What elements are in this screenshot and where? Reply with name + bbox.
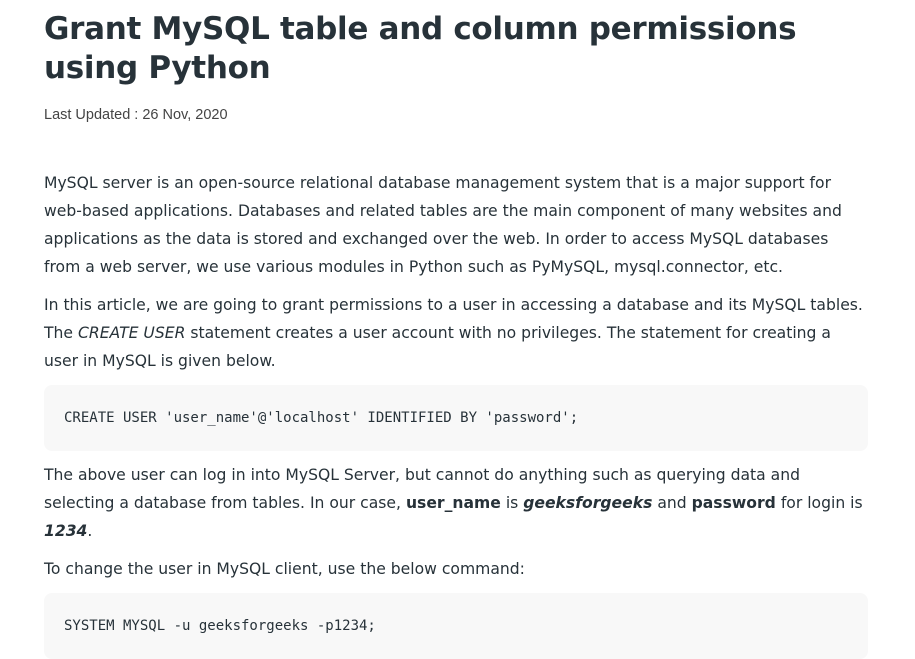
- credentials-paragraph: The above user can log in into MySQL Ser…: [44, 461, 868, 545]
- password-label: password: [691, 494, 776, 512]
- last-updated: Last Updated : 26 Nov, 2020: [44, 107, 228, 123]
- code-block-change-user[interactable]: SYSTEM MYSQL -u geeksforgeeks -p1234;: [44, 593, 868, 659]
- user-name-value: geeksforgeeks: [523, 494, 653, 512]
- change-user-paragraph: To change the user in MySQL client, use …: [44, 560, 525, 578]
- create-user-paragraph: In this article, we are going to grant p…: [44, 291, 868, 375]
- create-user-emphasis: CREATE USER: [77, 324, 186, 342]
- text-segment: for login is: [775, 494, 863, 512]
- text-segment: is: [500, 494, 524, 512]
- code-create-user[interactable]: CREATE USER 'user_name'@'localhost' IDEN…: [64, 410, 578, 426]
- intro-paragraph: MySQL server is an open-source relationa…: [44, 174, 842, 276]
- password-value: 1234: [44, 522, 88, 540]
- code-block-create-user[interactable]: CREATE USER 'user_name'@'localhost' IDEN…: [44, 385, 868, 451]
- text-segment: .: [87, 522, 93, 540]
- user-name-label: user_name: [405, 494, 501, 512]
- text-segment: and: [652, 494, 692, 512]
- page-title: Grant MySQL table and column permissions…: [44, 11, 797, 86]
- article: Grant MySQL table and column permissions…: [44, 10, 868, 659]
- code-change-user[interactable]: SYSTEM MYSQL -u geeksforgeeks -p1234;: [64, 618, 376, 634]
